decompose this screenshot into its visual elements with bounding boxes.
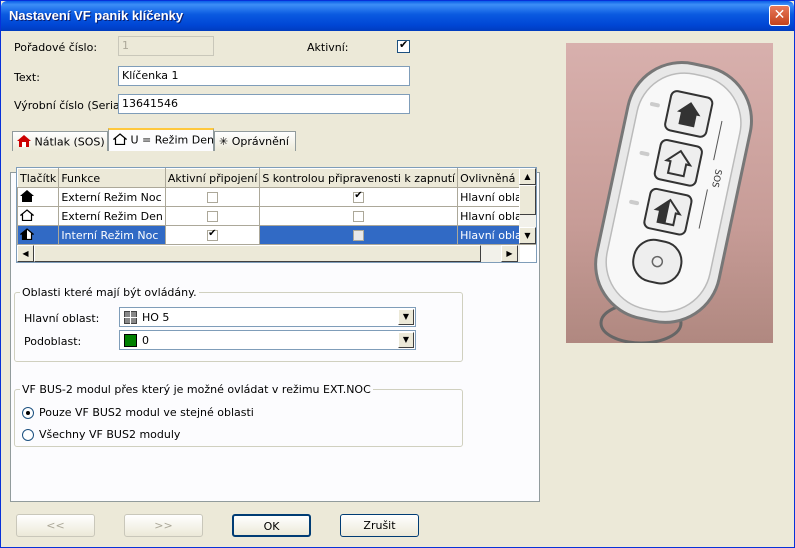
scroll-up-button[interactable]: ▲: [519, 168, 536, 185]
tab-day-mode[interactable]: U = Režim Den: [108, 128, 214, 151]
tab-duress-label: Nátlak (SOS): [34, 135, 105, 149]
grid-vertical-scrollbar[interactable]: ▲ ▼: [519, 168, 536, 244]
col-header-button[interactable]: Tlačítk: [17, 168, 60, 188]
active-checkbox[interactable]: ✔: [397, 38, 410, 53]
bus-option-all-radio[interactable]: [22, 429, 34, 441]
bus-title: VF BUS-2 modul přes který je možné ovlád…: [20, 383, 373, 396]
serial-field[interactable]: 13641546: [118, 94, 410, 114]
areas-title: Oblasti které mají být ovládány.: [20, 286, 199, 299]
row-check-ready-checkbox[interactable]: [259, 225, 459, 245]
main-area-select[interactable]: HO 5 ▼: [119, 307, 416, 327]
grid-horizontal-scrollbar[interactable]: ◀ ▶: [17, 245, 520, 262]
subarea-label: Podoblast:: [24, 335, 82, 348]
scroll-left-button[interactable]: ◀: [17, 245, 34, 262]
client-area: Pořadové číslo: 1 Aktivní: ✔ Text: Klíče…: [2, 31, 794, 547]
house-red-icon: [17, 135, 31, 150]
row-active-checkbox[interactable]: [164, 206, 261, 226]
prev-button[interactable]: <<: [16, 514, 95, 537]
house-half-icon: [17, 225, 60, 245]
house-filled-icon: [17, 187, 60, 207]
chevron-down-icon[interactable]: ▼: [398, 309, 414, 325]
hscroll-thumb[interactable]: [34, 245, 481, 262]
grid-header-row: Tlačítk Funkce Aktivní připojení S kontr…: [17, 168, 536, 188]
row-active-checkbox[interactable]: [164, 225, 261, 245]
house-outline-icon: [17, 206, 60, 226]
ok-button[interactable]: OK: [232, 514, 311, 537]
text-label: Text:: [14, 71, 40, 84]
order-number-label: Pořadové číslo:: [14, 41, 98, 54]
tab-permissions[interactable]: ✳ Oprávnění: [214, 131, 296, 151]
col-header-function[interactable]: Funkce: [58, 168, 166, 188]
tab-permissions-label: Oprávnění: [231, 135, 289, 148]
text-field[interactable]: Klíčenka 1: [118, 66, 410, 86]
row-check-ready-checkbox[interactable]: [259, 206, 459, 226]
cancel-button[interactable]: Zrušit: [340, 514, 419, 537]
dialog-window: Nastavení VF panik klíčenky ✕ Pořadové č…: [0, 0, 795, 548]
close-button[interactable]: ✕: [769, 5, 790, 26]
active-label: Aktivní:: [307, 41, 349, 54]
buttons-grid: Tlačítk Funkce Aktivní připojení S kontr…: [16, 167, 537, 263]
row-function: Interní Režim Noc: [58, 225, 166, 245]
next-button[interactable]: >>: [124, 514, 203, 537]
bus-option-all-label[interactable]: Všechny VF BUS2 moduly: [39, 428, 180, 441]
main-area-label: Hlavní oblast:: [24, 312, 100, 325]
row-check-ready-checkbox[interactable]: [259, 187, 459, 207]
col-header-active[interactable]: Aktivní připojení: [164, 168, 261, 188]
col-header-check-ready[interactable]: S kontrolou připravenosti k zapnutí: [259, 168, 459, 188]
color-swatch-icon: [124, 334, 137, 347]
subarea-value: 0: [142, 334, 149, 347]
row-function: Externí Režim Noc: [58, 187, 166, 207]
window-title: Nastavení VF panik klíčenky: [9, 8, 184, 23]
bus-option-same-area-label[interactable]: Pouze VF BUS2 modul ve stejné oblasti: [39, 406, 254, 419]
house-outline-icon: [112, 133, 128, 148]
chevron-down-icon[interactable]: ▼: [398, 332, 414, 348]
scroll-thumb[interactable]: [519, 185, 536, 215]
order-number-field: 1: [118, 36, 214, 56]
keyfob-image: SOS: [566, 43, 773, 343]
grid-area-icon: [124, 311, 137, 327]
areas-groupbox: [14, 292, 463, 362]
table-row[interactable]: Interní Režim Noc Hlavní oblast: [17, 225, 536, 245]
subarea-select[interactable]: 0 ▼: [119, 330, 416, 350]
tab-day-mode-label: U = Režim Den: [130, 133, 214, 147]
sparkle-icon: ✳: [219, 135, 229, 148]
table-row[interactable]: Externí Režim Den Hlavní oblast: [17, 206, 536, 226]
main-area-value: HO 5: [142, 311, 170, 324]
scroll-right-button[interactable]: ▶: [501, 245, 518, 262]
table-row[interactable]: Externí Režim Noc Hlavní oblast: [17, 187, 536, 207]
scroll-down-button[interactable]: ▼: [519, 227, 536, 244]
tab-duress[interactable]: Nátlak (SOS): [12, 131, 108, 151]
serial-label: Výrobní číslo (Serial N: [14, 99, 118, 112]
row-function: Externí Režim Den: [58, 206, 166, 226]
row-active-checkbox[interactable]: [164, 187, 261, 207]
bus-option-same-area-radio[interactable]: [22, 407, 34, 419]
title-bar: Nastavení VF panik klíčenky ✕: [1, 1, 794, 31]
